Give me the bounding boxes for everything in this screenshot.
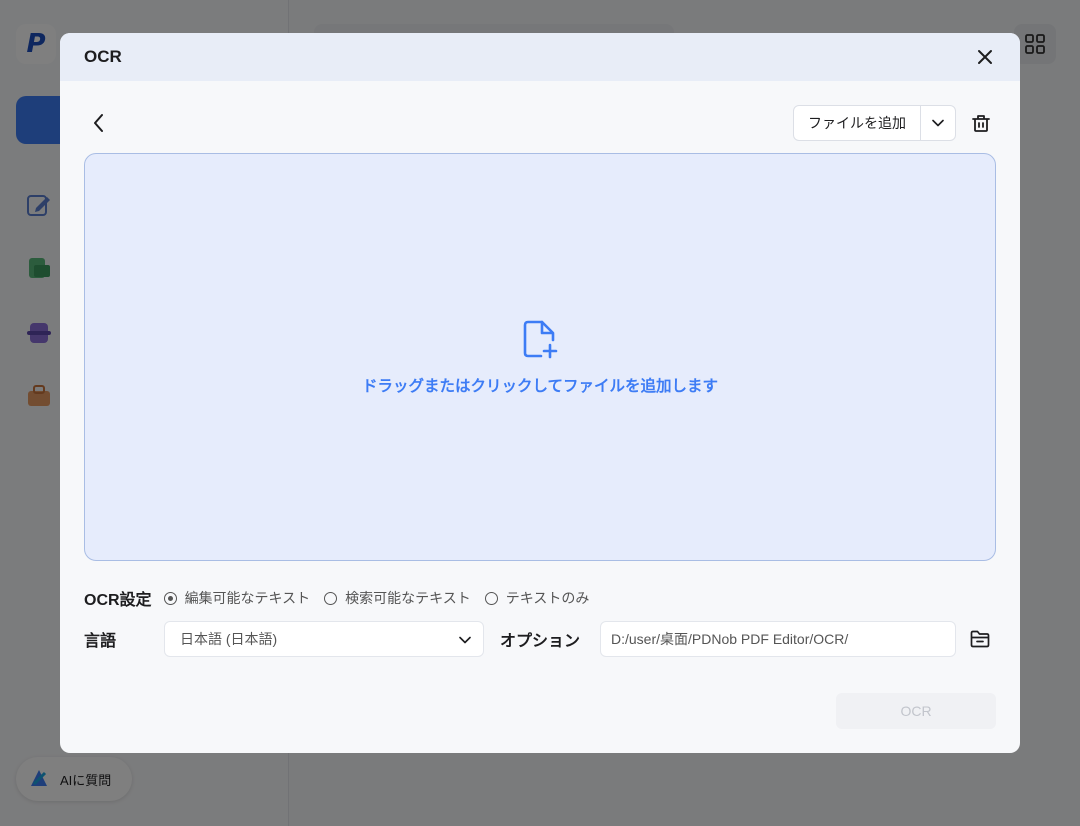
toolbar-actions: ファイルを追加 bbox=[793, 105, 996, 141]
radio-editable-text[interactable]: 編集可能なテキスト bbox=[163, 588, 311, 608]
radio-button[interactable] bbox=[324, 591, 338, 605]
radio-label: 検索可能なテキスト bbox=[345, 590, 471, 606]
ocr-settings-row: OCR設定 編集可能なテキスト 検索可能なテキスト テキストのみ bbox=[84, 585, 996, 611]
add-file-button[interactable]: ファイルを追加 bbox=[794, 106, 921, 140]
dialog-toolbar: ファイルを追加 bbox=[84, 105, 996, 141]
trash-icon[interactable] bbox=[966, 108, 996, 138]
close-icon[interactable] bbox=[974, 46, 996, 68]
dropzone-text: ドラッグまたはクリックしてファイルを追加します bbox=[361, 378, 719, 395]
ocr-dialog: OCR ファイルを追加 ドラッグまたはクリックしてファイルを追加します OCR設… bbox=[60, 33, 1020, 753]
add-file-split-button: ファイルを追加 bbox=[793, 105, 956, 141]
radio-label: 編集可能なテキスト bbox=[184, 590, 311, 606]
ocr-run-button[interactable]: OCR bbox=[836, 693, 996, 729]
language-select[interactable]: 日本語 (日本語) bbox=[164, 621, 484, 657]
chevron-left-icon[interactable] bbox=[84, 108, 114, 138]
radio-button-selected[interactable] bbox=[163, 591, 177, 605]
radio-label: テキストのみ bbox=[505, 590, 590, 606]
radio-searchable-text[interactable]: 検索可能なテキスト bbox=[324, 588, 471, 608]
language-value: 日本語 (日本語) bbox=[180, 631, 278, 647]
chevron-down-icon[interactable] bbox=[921, 106, 955, 140]
file-plus-icon bbox=[522, 320, 558, 364]
radio-text-only[interactable]: テキストのみ bbox=[484, 588, 590, 608]
output-path-field[interactable] bbox=[600, 621, 956, 657]
option-label: オプション bbox=[500, 633, 581, 650]
dialog-header: OCR bbox=[60, 33, 1020, 81]
language-label: 言語 bbox=[84, 633, 117, 650]
file-dropzone[interactable]: ドラッグまたはクリックしてファイルを追加します bbox=[84, 153, 996, 561]
chevron-down-icon bbox=[459, 631, 471, 647]
dialog-title: OCR bbox=[84, 47, 122, 66]
language-row: 言語 日本語 (日本語) オプション bbox=[84, 621, 996, 657]
ocr-settings-label: OCR設定 bbox=[84, 592, 152, 609]
radio-button[interactable] bbox=[484, 591, 498, 605]
folder-icon[interactable] bbox=[966, 625, 994, 653]
